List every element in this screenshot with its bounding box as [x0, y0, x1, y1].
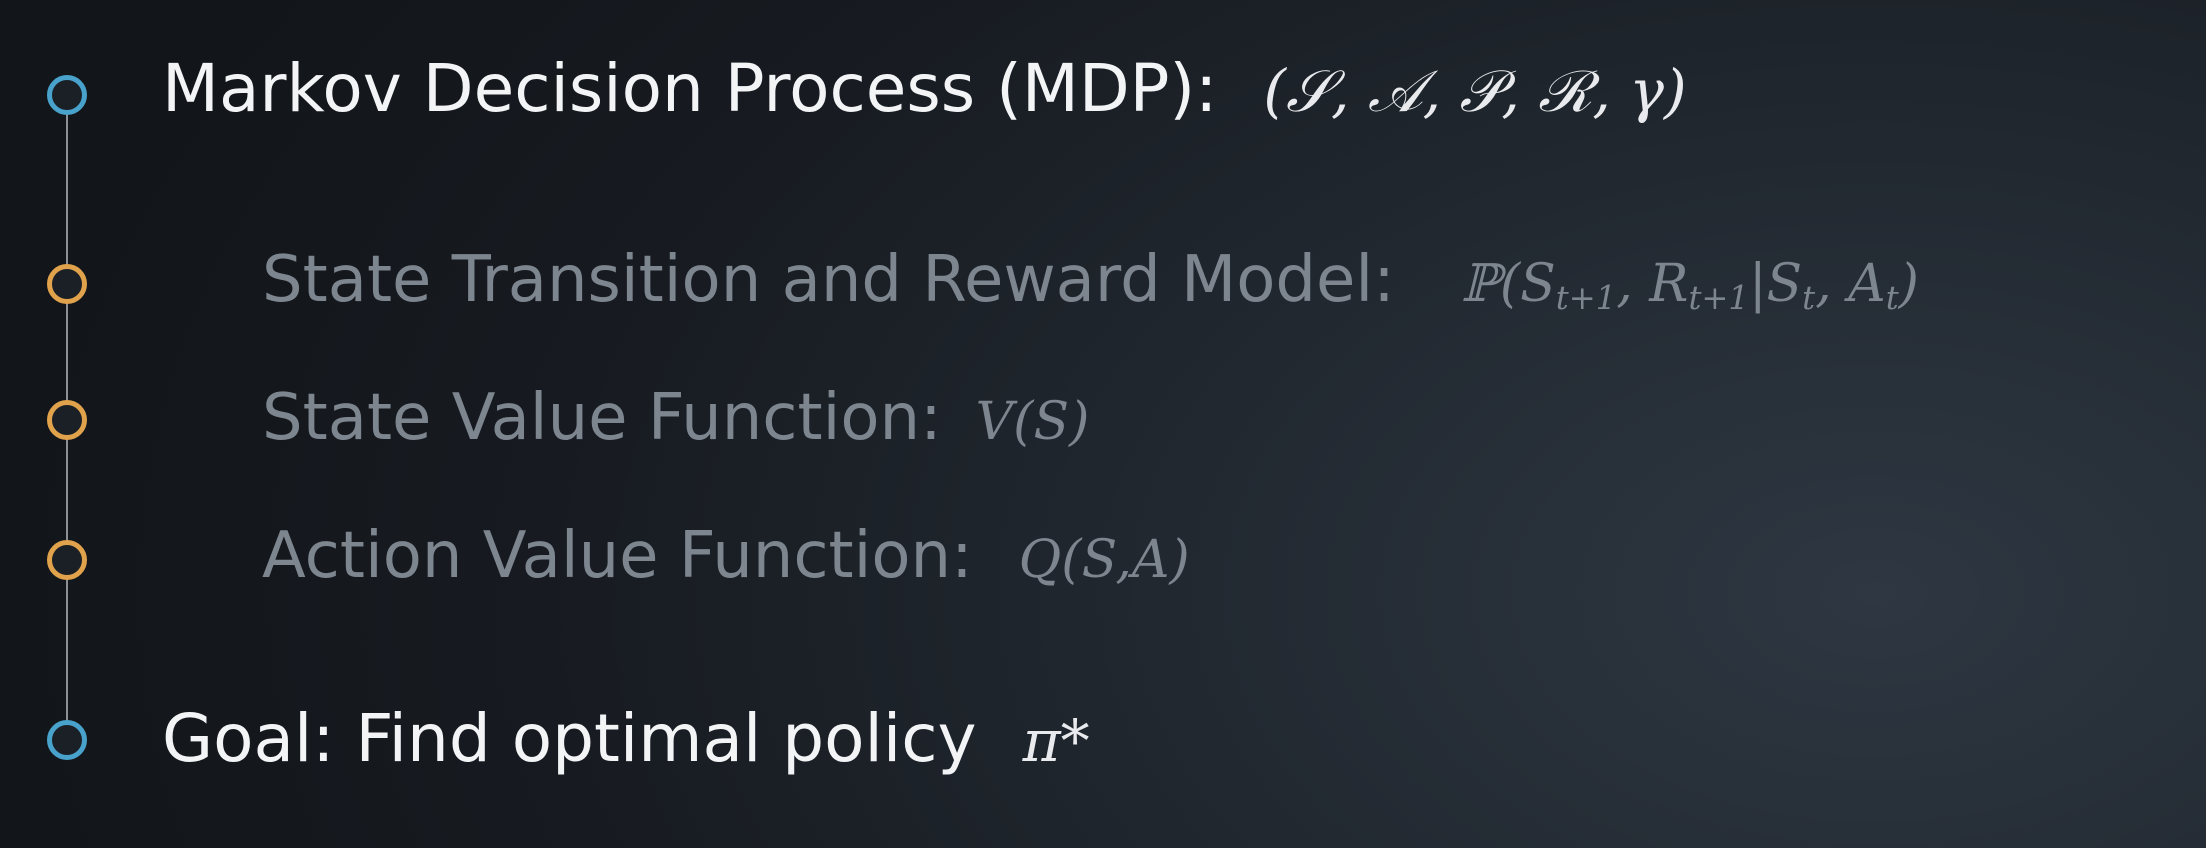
timeline-node-mdp-icon — [47, 75, 87, 115]
item-transition-formula: ℙ(St+1, Rt+1|St, At) — [1460, 254, 1919, 318]
item-state-value-label: State Value Function: — [262, 381, 942, 455]
item-action-value-formula: Q(S,A) — [1018, 530, 1190, 590]
item-goal: Goal: Find optimal policy π* — [162, 706, 1090, 772]
item-state-value: State Value Function: V(S) — [262, 386, 1089, 450]
item-transition-label: State Transition and Reward Model: — [262, 243, 1395, 317]
timeline-node-state-value-icon — [47, 400, 87, 440]
timeline-node-action-value-icon — [47, 540, 87, 580]
item-mdp-label: Markov Decision Process (MDP): — [162, 50, 1218, 127]
item-action-value-label: Action Value Function: — [262, 519, 973, 593]
timeline-node-transition-icon — [47, 264, 87, 304]
timeline-node-goal-icon — [47, 720, 87, 760]
item-transition: State Transition and Reward Model: ℙ(St+… — [262, 243, 1919, 318]
item-goal-label: Goal: Find optimal policy — [162, 700, 977, 777]
item-mdp-formula: (𝒮, 𝒜, 𝒫, ℛ, γ) — [1263, 57, 1687, 125]
item-state-value-formula: V(S) — [975, 392, 1090, 452]
item-action-value: Action Value Function: Q(S,A) — [262, 524, 1190, 588]
item-goal-formula: π* — [1022, 707, 1090, 775]
item-mdp: Markov Decision Process (MDP): (𝒮, 𝒜, 𝒫,… — [162, 56, 1687, 122]
